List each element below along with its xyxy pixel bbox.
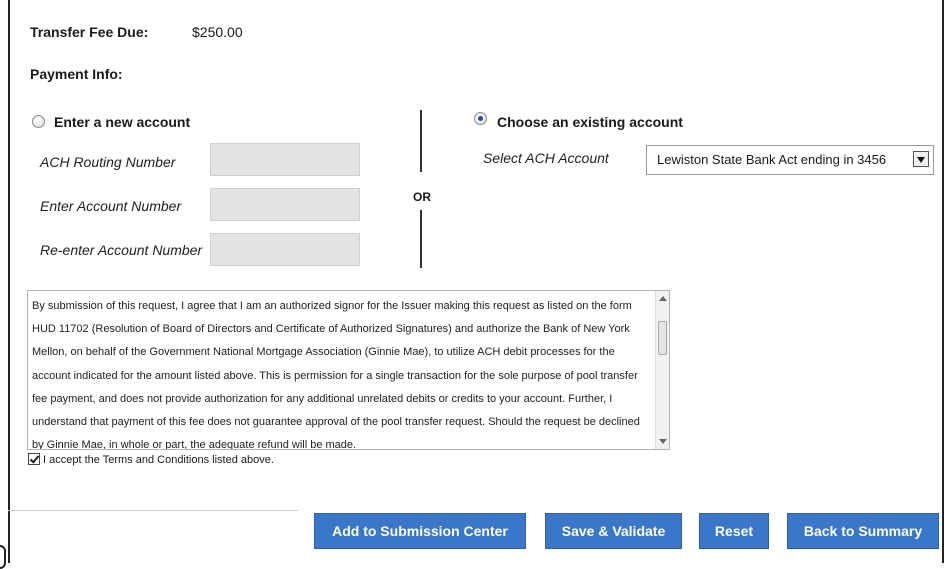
accept-terms-checkbox[interactable] (28, 453, 40, 465)
transfer-fee-label: Transfer Fee Due: (30, 24, 149, 40)
reenter-account-input[interactable] (210, 233, 360, 266)
existing-account-radio[interactable] (474, 112, 487, 125)
existing-account-label: Choose an existing account (497, 114, 683, 130)
account-number-input[interactable] (210, 188, 360, 221)
select-ach-account-label: Select ACH Account (483, 150, 609, 166)
terms-scrollbar[interactable] (655, 291, 669, 449)
terms-text: By submission of this request, I agree t… (32, 300, 640, 450)
ach-account-select[interactable]: Lewiston State Bank Act ending in 3456 (646, 145, 934, 175)
account-number-label: Enter Account Number (40, 198, 182, 214)
payment-info-label: Payment Info: (30, 66, 123, 82)
reenter-account-label: Re-enter Account Number (40, 242, 203, 258)
edge-mark (0, 545, 6, 569)
accept-terms-label: I accept the Terms and Conditions listed… (43, 454, 274, 466)
ach-routing-input[interactable] (210, 143, 360, 176)
scroll-thumb[interactable] (658, 321, 667, 355)
dropdown-arrow-icon[interactable] (913, 151, 929, 167)
ach-account-selected-value: Lewiston State Bank Act ending in 3456 (657, 152, 887, 167)
save-validate-button[interactable]: Save & Validate (545, 513, 682, 549)
ach-routing-label: ACH Routing Number (40, 154, 176, 170)
divider-line (8, 510, 298, 511)
terms-textbox[interactable]: By submission of this request, I agree t… (27, 290, 670, 450)
or-divider-top (420, 110, 422, 172)
scroll-up-icon[interactable] (659, 296, 667, 301)
or-label: OR (413, 190, 431, 204)
reset-button[interactable]: Reset (699, 513, 769, 549)
new-account-radio[interactable] (32, 115, 45, 128)
or-divider-bottom (420, 210, 422, 268)
scroll-down-icon[interactable] (659, 439, 667, 444)
transfer-fee-value: $250.00 (192, 24, 243, 40)
form-frame (8, 0, 944, 563)
new-account-label: Enter a new account (54, 114, 191, 130)
add-to-submission-center-button[interactable]: Add to Submission Center (314, 513, 526, 549)
back-to-summary-button[interactable]: Back to Summary (787, 513, 939, 549)
